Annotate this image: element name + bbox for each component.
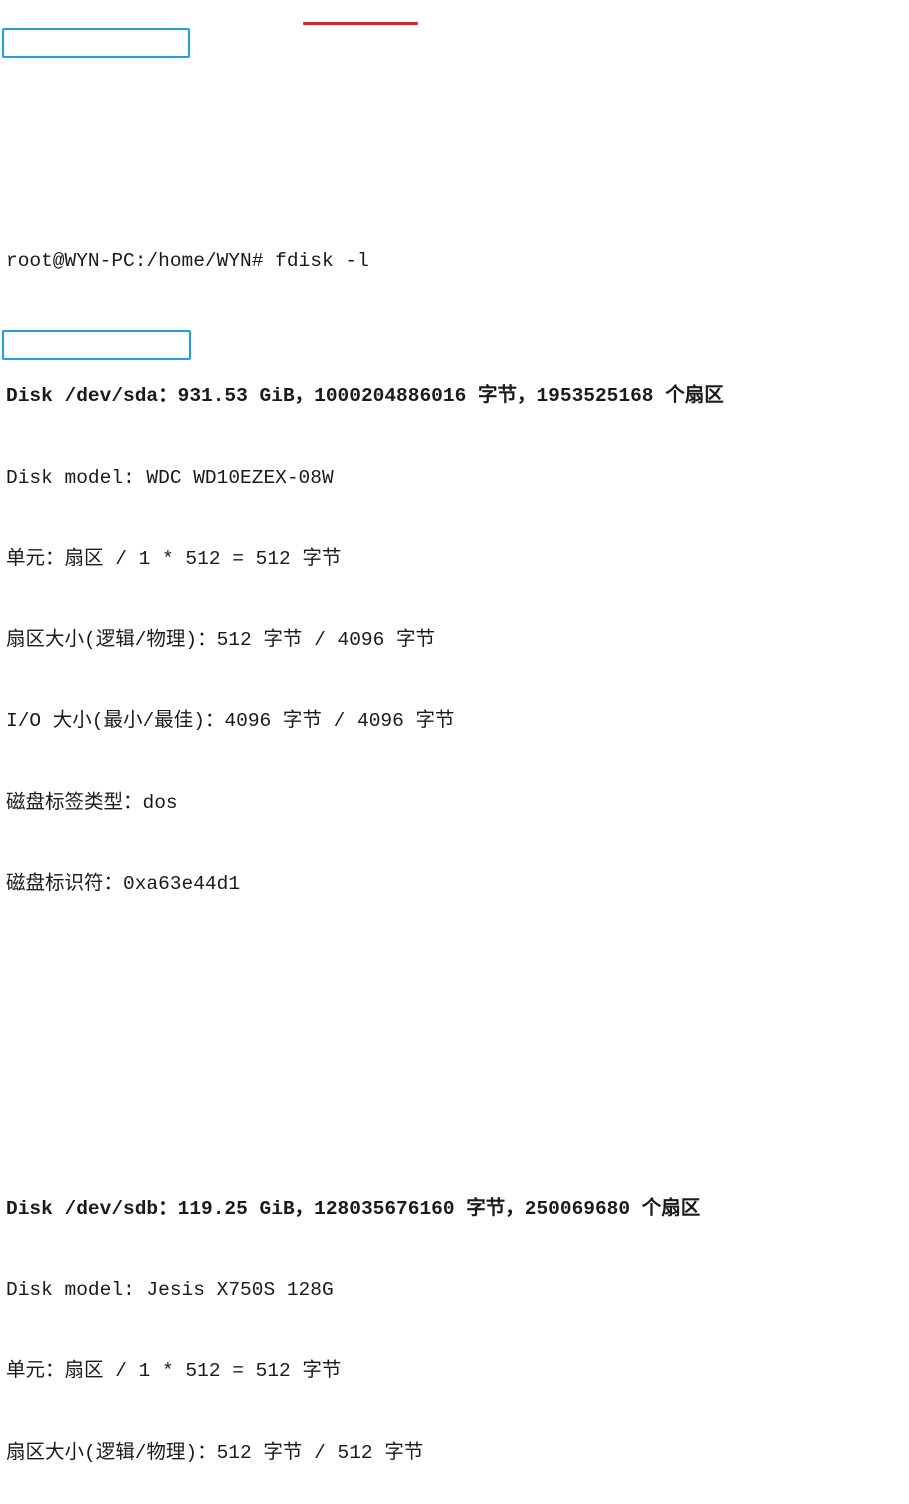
blue-box-sda <box>2 28 190 58</box>
disk-sda-model: Disk model: WDC WD10EZEX-08W <box>6 465 903 492</box>
blue-box-sdb <box>2 330 191 360</box>
disk-sdb-model: Disk model: Jesis X750S 128G <box>6 1277 903 1304</box>
terminal-output: root@WYN-PC:/home/WYN# fdisk -l Disk /de… <box>0 0 909 1504</box>
disk-sdb-unit: 单元：扇区 / 1 * 512 = 512 字节 <box>6 1358 903 1385</box>
disk-sda-label-type: 磁盘标签类型：dos <box>6 790 903 817</box>
red-underline-annotation <box>303 22 418 25</box>
disk-sda-identifier: 磁盘标识符：0xa63e44d1 <box>6 871 903 898</box>
disk-sda-io-size: I/O 大小(最小/最佳)：4096 字节 / 4096 字节 <box>6 708 903 735</box>
disk-sda-sector-size: 扇区大小(逻辑/物理)：512 字节 / 4096 字节 <box>6 627 903 654</box>
shell-prompt: root@WYN-PC:/home/WYN# <box>6 250 275 272</box>
command-text: fdisk -l <box>275 250 369 272</box>
prompt-line: root@WYN-PC:/home/WYN# fdisk -l <box>6 248 903 275</box>
disk-sdb-sector-size: 扇区大小(逻辑/物理)：512 字节 / 512 字节 <box>6 1440 903 1467</box>
disk-sda-unit: 单元：扇区 / 1 * 512 = 512 字节 <box>6 546 903 573</box>
disk-sdb-header: Disk /dev/sdb：119.25 GiB，128035676160 字节… <box>6 1196 903 1223</box>
blank-gap <box>6 979 903 1087</box>
disk-sda-header: Disk /dev/sda：931.53 GiB，1000204886016 字… <box>6 383 903 410</box>
